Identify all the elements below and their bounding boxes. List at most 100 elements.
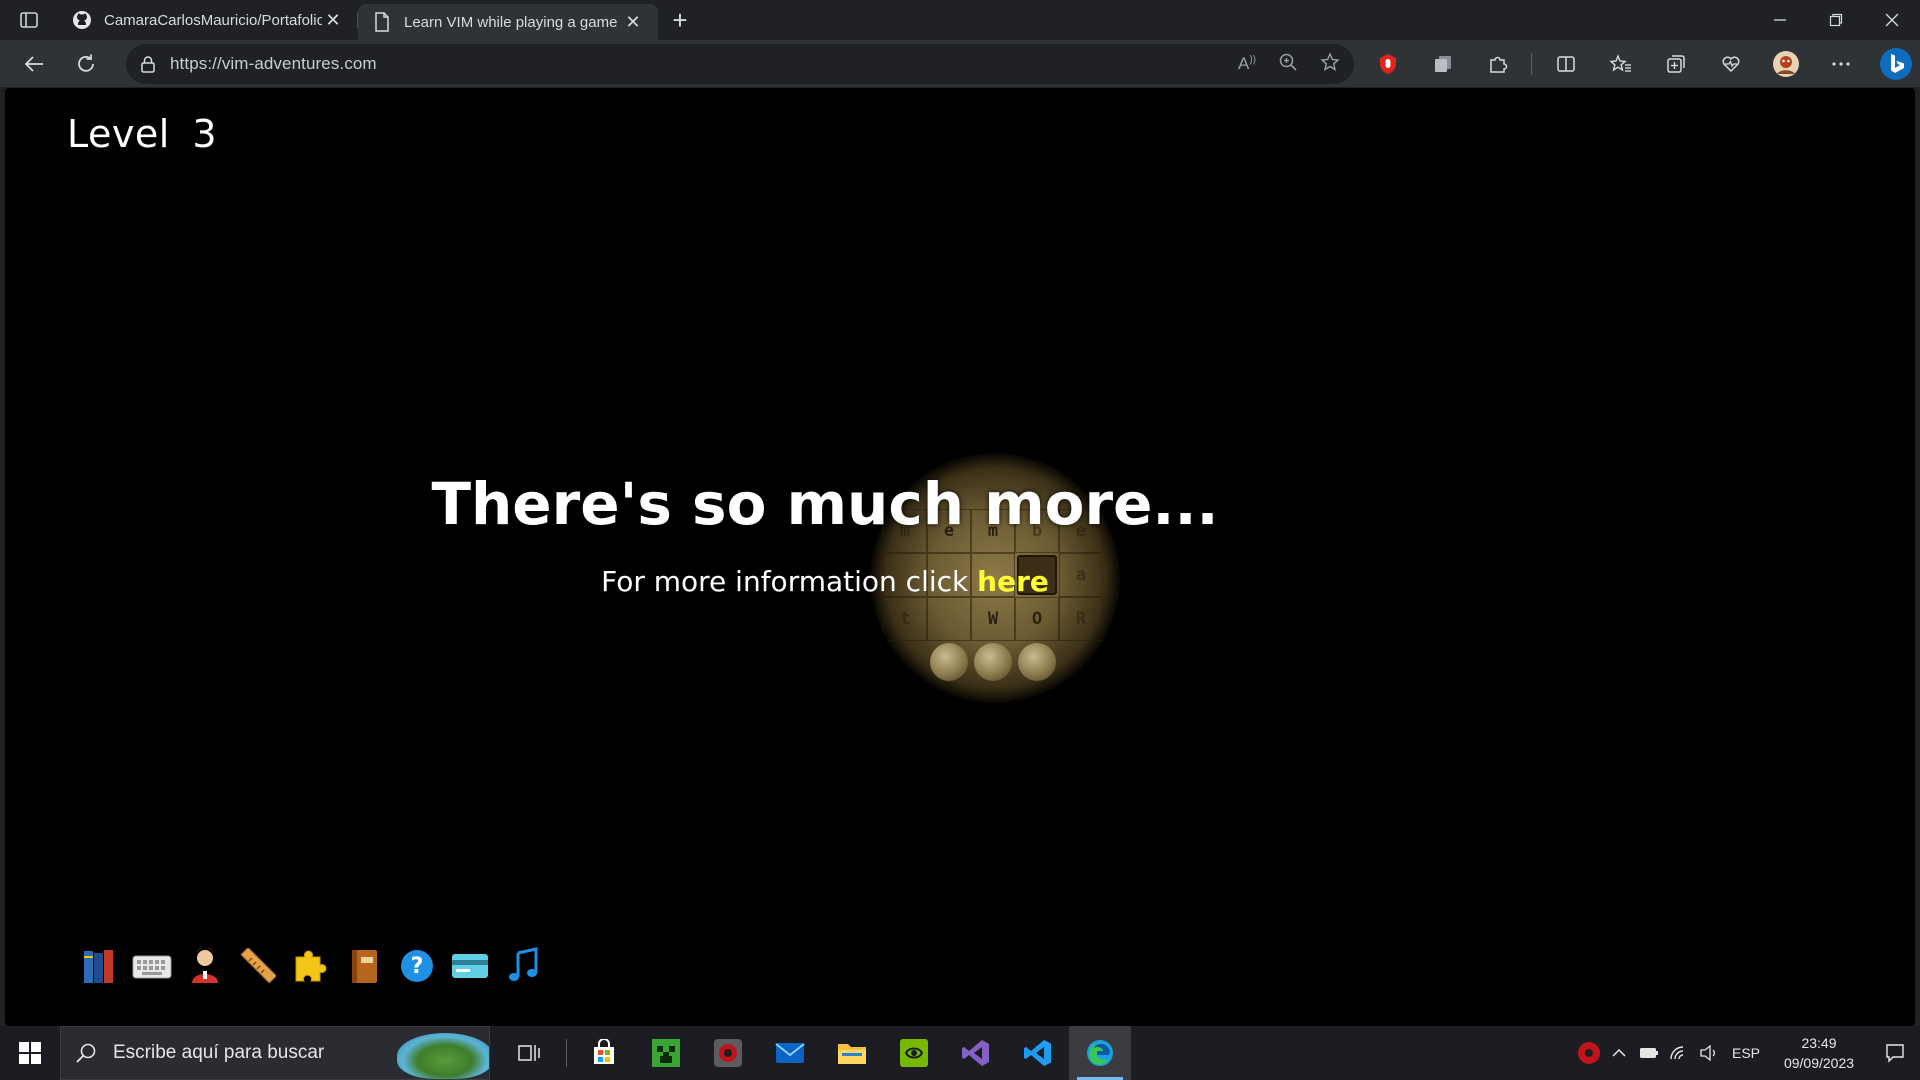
url-text[interactable]: https://vim-adventures.com (170, 54, 377, 74)
browser-toolbar: https://vim-adventures.com A)) (0, 40, 1920, 87)
music-icon[interactable] (503, 945, 543, 987)
taskbar-search[interactable]: Escribe aquí para buscar (60, 1026, 490, 1080)
ruler-icon[interactable] (238, 945, 278, 987)
info-text: For more information click (601, 565, 969, 598)
game-headline: There's so much more... (431, 470, 1219, 538)
refresh-button[interactable] (60, 44, 112, 84)
extensions-puzzle-icon[interactable] (1470, 40, 1525, 87)
restore-button[interactable] (1808, 0, 1864, 40)
battery-icon[interactable] (1634, 1026, 1664, 1080)
page-icon (372, 12, 392, 32)
split-screen-icon[interactable] (1538, 40, 1593, 87)
browser-essentials-icon[interactable] (1703, 40, 1758, 87)
task-view-button[interactable] (498, 1026, 560, 1080)
new-tab-button[interactable]: + (658, 0, 702, 40)
clock-date: 09/09/2023 (1783, 1055, 1855, 1071)
level-number: 3 (192, 112, 218, 156)
svg-text:?: ? (411, 954, 424, 979)
close-icon (1885, 13, 1899, 27)
taskbar-app-explorer[interactable] (821, 1026, 883, 1080)
back-button[interactable] (8, 44, 60, 84)
keyboard-icon[interactable] (132, 945, 172, 987)
extension-icons (1360, 40, 1920, 87)
tab-title: CamaraCarlosMauricio/Portafolio (104, 11, 322, 29)
map-boulder (1018, 643, 1056, 681)
taskbar-app-vscode[interactable] (1007, 1026, 1069, 1080)
address-bar[interactable]: https://vim-adventures.com A)) (126, 44, 1354, 84)
start-button[interactable] (0, 1026, 60, 1080)
windows-logo-icon (19, 1042, 41, 1064)
notifications-button[interactable] (1870, 1026, 1920, 1080)
info-link[interactable]: here (977, 565, 1049, 598)
notification-icon (1886, 1044, 1904, 1063)
map-boulder (974, 643, 1012, 681)
mail-icon (775, 1043, 805, 1063)
map-boulder (930, 643, 968, 681)
map-cell (927, 597, 971, 641)
tab-close-icon[interactable]: ✕ (622, 11, 644, 33)
search-highlight-image (397, 1033, 489, 1079)
tab-vim-adventures[interactable]: Learn VIM while playing a game ✕ (358, 4, 658, 40)
close-window-button[interactable] (1864, 0, 1920, 40)
task-view-icon (518, 1045, 540, 1061)
tab-close-icon[interactable]: ✕ (322, 9, 344, 31)
zoom-icon[interactable] (1278, 52, 1298, 77)
bing-copilot-icon[interactable] (1868, 40, 1920, 87)
collections-icon[interactable] (1648, 40, 1703, 87)
taskbar-app-edge[interactable] (1069, 1026, 1131, 1080)
store-icon (594, 1039, 614, 1064)
profile-avatar[interactable] (1758, 40, 1813, 87)
taskbar-app-store[interactable] (573, 1026, 635, 1080)
search-icon (76, 1043, 96, 1063)
map-letter: W (971, 597, 1015, 641)
folder-icon (838, 1044, 866, 1064)
language-indicator[interactable]: ESP (1724, 1026, 1768, 1080)
taskbar-app-visual-studio[interactable] (945, 1026, 1007, 1080)
visual-studio-icon (962, 1040, 989, 1066)
network-wifi-icon[interactable] (1664, 1026, 1694, 1080)
taskbar-app-nvidia[interactable] (883, 1026, 945, 1080)
app-circle-icon (714, 1039, 742, 1067)
tab-title: Learn VIM while playing a game (404, 13, 618, 31)
minimize-button[interactable] (1752, 0, 1808, 40)
taskbar-app-mail[interactable] (759, 1026, 821, 1080)
adblock-extension-icon[interactable] (1360, 40, 1415, 87)
restore-icon (1829, 13, 1843, 27)
clock[interactable]: 23:49 09/09/2023 (1774, 1033, 1864, 1073)
nvidia-icon (900, 1039, 928, 1067)
tab-github[interactable]: CamaraCarlosMauricio/Portafolio ✕ (58, 0, 358, 40)
user-icon[interactable] (185, 945, 225, 987)
read-aloud-icon[interactable]: A)) (1238, 54, 1256, 74)
help-icon[interactable]: ? (397, 945, 437, 987)
favorites-icon[interactable] (1593, 40, 1648, 87)
books-icon[interactable] (79, 945, 119, 987)
extension-cards-icon[interactable] (1415, 40, 1470, 87)
window-controls (1752, 0, 1920, 40)
volume-icon[interactable] (1694, 1026, 1724, 1080)
tray-app-icon[interactable] (1574, 1026, 1604, 1080)
toolbar-separator (1531, 52, 1532, 75)
lock-icon[interactable] (126, 55, 170, 73)
tab-bar: CamaraCarlosMauricio/Portafolio ✕ Learn … (0, 0, 1920, 40)
game-viewport[interactable]: Level 3 m e m b e a t W O R There's so m… (5, 88, 1915, 1026)
minimize-icon (1774, 19, 1786, 21)
puzzle-icon[interactable] (291, 945, 331, 987)
level-label: Level (67, 112, 170, 156)
tab-actions-icon (20, 12, 38, 28)
card-icon[interactable] (450, 945, 490, 987)
vscode-icon (1024, 1040, 1051, 1066)
book-icon[interactable] (344, 945, 384, 987)
minecraft-icon (652, 1039, 680, 1067)
map-letter: t (883, 597, 927, 641)
game-toolbar: ? (79, 945, 543, 987)
refresh-icon (78, 54, 94, 72)
tab-actions-button[interactable] (0, 0, 58, 40)
map-letter: R (1059, 597, 1103, 641)
show-hidden-icons-chevron-icon[interactable] (1604, 1026, 1634, 1080)
taskbar-app-red[interactable] (697, 1026, 759, 1080)
back-arrow-icon (24, 55, 43, 72)
search-placeholder: Escribe aquí para buscar (113, 1042, 325, 1063)
settings-more-icon[interactable] (1813, 40, 1868, 87)
favorite-star-icon[interactable] (1320, 51, 1340, 77)
taskbar-app-minecraft[interactable] (635, 1026, 697, 1080)
